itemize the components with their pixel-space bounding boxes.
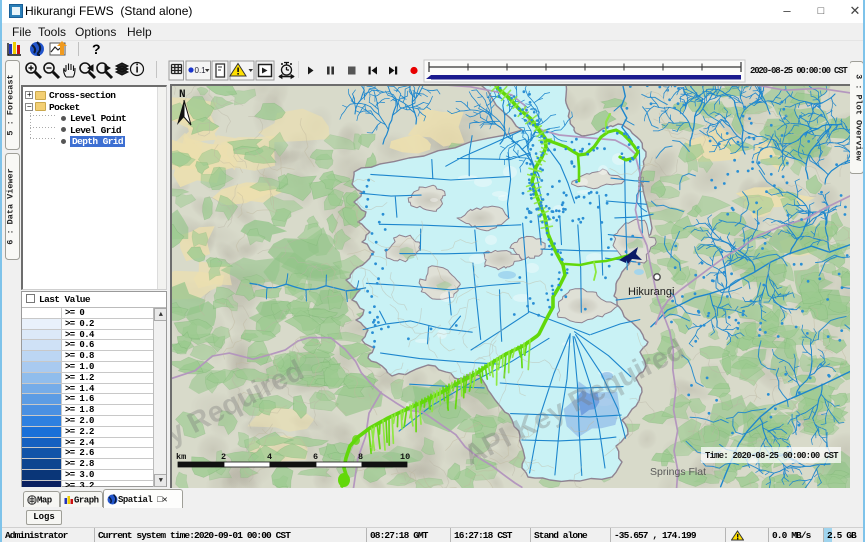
svg-text:N: N (179, 89, 186, 101)
svg-text:Hikurangi: Hikurangi (628, 286, 674, 298)
svg-text:0.1: 0.1 (195, 66, 207, 75)
svg-text:2020-08-25 00:00:00 CST: 2020-08-25 00:00:00 CST (750, 66, 848, 76)
svg-text:8: 8 (358, 452, 363, 462)
svg-text:2: 2 (221, 452, 226, 462)
svg-text:km: km (176, 452, 186, 462)
svg-text:10: 10 (400, 452, 410, 462)
svg-text:Springs Flat: Springs Flat (650, 466, 706, 478)
svg-text:5 : Forecast: 5 : Forecast (6, 74, 16, 135)
svg-text:6 : Data Viewer: 6 : Data Viewer (6, 168, 16, 245)
svg-text:6: 6 (313, 452, 318, 462)
svg-text:SH 1: SH 1 (636, 176, 645, 194)
svg-text:4: 4 (267, 452, 272, 462)
svg-text:3 : Plot Overview: 3 : Plot Overview (854, 74, 864, 162)
svg-text:Time: 2020-08-25 00:00:00 CST: Time: 2020-08-25 00:00:00 CST (705, 451, 839, 461)
